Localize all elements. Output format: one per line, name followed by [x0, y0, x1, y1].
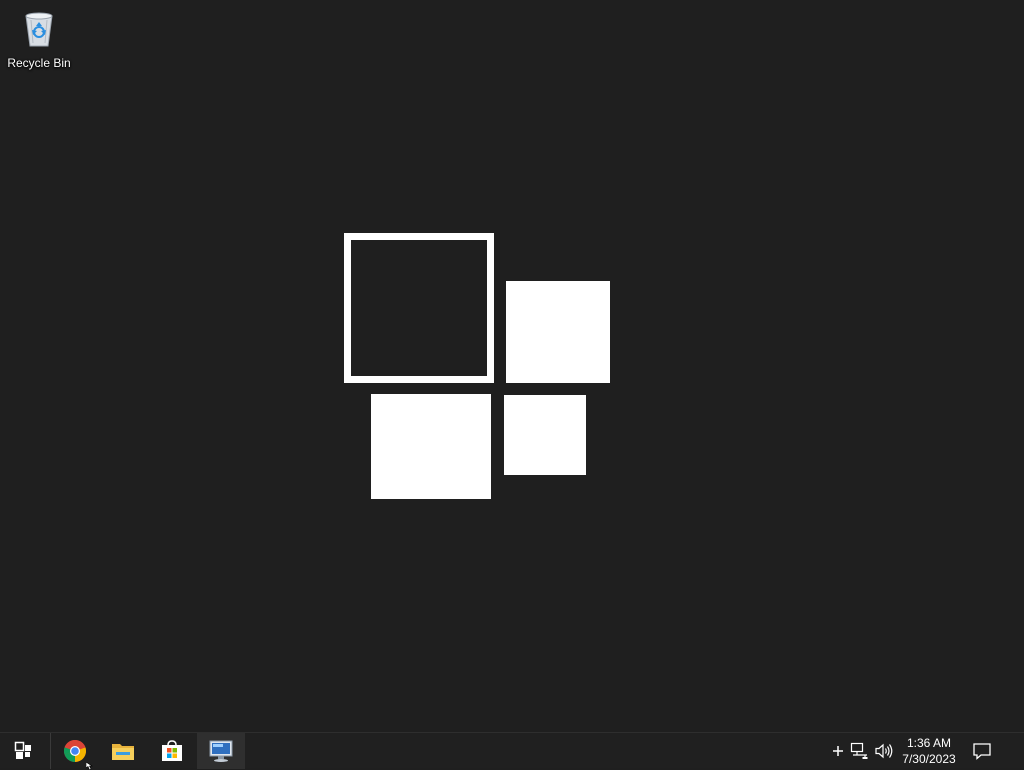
windows-server-logo [344, 233, 610, 499]
clock-time: 1:36 AM [906, 736, 952, 750]
desktop[interactable]: Recycle Bin [0, 0, 1024, 732]
start-button[interactable] [0, 733, 48, 769]
taskbar-clock[interactable]: 1:36 AM 7/30/2023 [896, 733, 962, 769]
file-explorer-icon [112, 744, 134, 760]
taskbar-remote-desktop[interactable] [197, 733, 245, 769]
logo-square-top-right [506, 281, 610, 383]
volume-icon [875, 743, 893, 759]
store-icon [162, 740, 182, 761]
clock-date: 7/30/2023 [902, 752, 956, 766]
chrome-icon [63, 739, 87, 762]
mouse-cursor [86, 762, 93, 770]
logo-square-bottom-left [371, 394, 491, 499]
taskbar-file-explorer[interactable] [99, 733, 147, 769]
action-center-button[interactable] [964, 733, 1000, 769]
network-tray-button[interactable] [850, 741, 870, 761]
taskbar-microsoft-store[interactable] [148, 733, 196, 769]
start-icon [14, 741, 31, 759]
remote-desktop-icon [209, 740, 233, 762]
volume-tray-button[interactable] [874, 741, 894, 761]
action-center-icon [973, 743, 991, 760]
show-hidden-icons-button[interactable] [828, 741, 848, 761]
logo-outline-square [344, 233, 494, 383]
plus-icon [833, 746, 843, 756]
network-icon [850, 742, 868, 759]
logo-square-bottom-right [504, 395, 586, 475]
taskbar: 1:36 AM 7/30/2023 [0, 732, 1024, 769]
